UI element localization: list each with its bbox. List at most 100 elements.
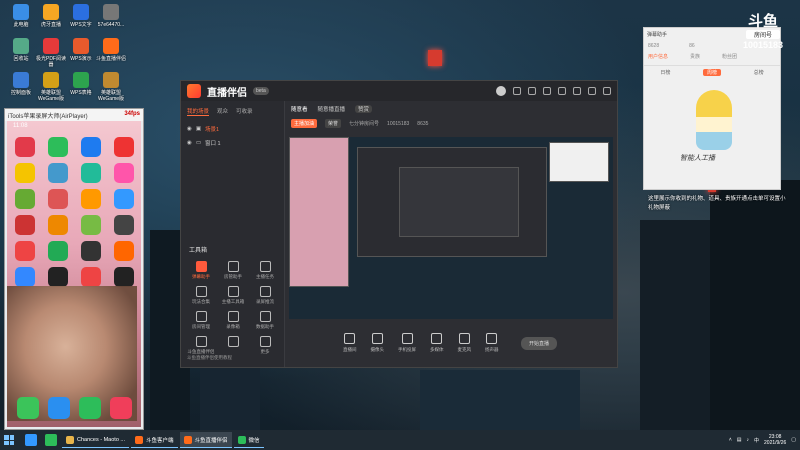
phone-dock-icon[interactable] — [17, 397, 39, 419]
stream-app-window[interactable]: 直播伴侣 beta 我的场景 观众 可收录 ◉ ▣ 场景1 ◉ ▭ 窗口 1 工具箱… — [180, 80, 618, 368]
tool-button[interactable]: 录屏推流 — [249, 286, 281, 305]
tool-button[interactable]: 玩法合集 — [185, 286, 217, 305]
rank-tab[interactable]: 日榜 — [660, 69, 670, 76]
phone-app-icon[interactable] — [81, 267, 101, 287]
phone-app-icon[interactable] — [81, 241, 101, 261]
desktop-icon[interactable]: 控制面板 — [4, 72, 38, 96]
phone-app-icon[interactable] — [15, 241, 35, 261]
phone-app-icon[interactable] — [114, 189, 134, 209]
sub-tab[interactable]: 随意看 — [291, 105, 308, 113]
tool-button[interactable]: 主播任务 — [249, 261, 281, 280]
source-tool-button[interactable]: 直播间 — [343, 333, 357, 353]
menu-icon[interactable] — [558, 87, 566, 95]
desktop-icon[interactable]: WPS文字 — [64, 4, 98, 28]
phone-app-icon[interactable] — [15, 163, 35, 183]
minimize-icon[interactable] — [573, 87, 581, 95]
desktop-icon[interactable]: 斗鱼直播伴侣 — [94, 38, 128, 62]
taskbar-task[interactable]: 微信 — [233, 432, 264, 448]
taskbar-task[interactable]: 斗鱼直播伴侣 — [179, 432, 232, 448]
ime-indicator[interactable]: 中 — [754, 437, 759, 444]
danmu-assistant-panel[interactable]: 弹幕助手 8628 86 用户信息 贵族 粉丝团 日榜 周榜 总榜 智能人工播 — [643, 27, 781, 190]
mail-icon[interactable] — [513, 87, 521, 95]
shop-icon[interactable] — [528, 87, 536, 95]
close-icon[interactable] — [603, 87, 611, 95]
phone-app-icon[interactable] — [48, 137, 68, 157]
phone-app-icon[interactable] — [114, 267, 134, 287]
desktop-icon[interactable]: 此电脑 — [4, 4, 38, 28]
tool-button[interactable]: 房管助手 — [217, 261, 249, 280]
panel-tab[interactable]: 用户信息 — [648, 53, 668, 60]
rank-tab[interactable]: 周榜 — [702, 69, 721, 76]
phone-app-icon[interactable] — [81, 137, 101, 157]
phone-app-icon[interactable] — [15, 215, 35, 235]
info-pill-2[interactable]: 荣誉 — [325, 119, 342, 128]
search-icon[interactable] — [25, 434, 37, 446]
info-pill[interactable]: 主播加油 — [291, 119, 318, 128]
phone-titlebar[interactable]: iTools苹果录屏大师(AirPlayer) 34fps — [5, 109, 143, 121]
desktop-icon[interactable]: WPS演示 — [64, 38, 98, 62]
tutorial-link[interactable]: 斗鱼直播伴侣使用教程 — [187, 355, 232, 361]
sub-tab[interactable]: 随意播直播 — [318, 105, 346, 113]
desktop-icon[interactable]: 57e64470... — [94, 4, 128, 28]
source-tool-button[interactable]: 多媒体 — [430, 333, 444, 353]
start-live-button[interactable]: 开始直播 — [520, 336, 557, 350]
phone-app-icon[interactable] — [15, 189, 35, 209]
phone-app-icon[interactable] — [15, 137, 35, 157]
phone-app-icon[interactable] — [48, 241, 68, 261]
tool-button[interactable]: 主播工具箱 — [217, 286, 249, 305]
rank-tab[interactable]: 总榜 — [754, 69, 764, 76]
desktop-icon[interactable]: 极光PDF阅读器 — [34, 38, 68, 68]
browser-icon[interactable] — [45, 434, 57, 446]
phone-app-icon[interactable] — [114, 241, 134, 261]
avatar[interactable] — [496, 86, 506, 96]
taskbar-task[interactable]: Chances - Maoto ... — [62, 432, 129, 448]
left-tab[interactable]: 可收录 — [236, 107, 253, 116]
desktop-icon[interactable]: 英雄联盟WeGame版 — [34, 72, 68, 102]
chevron-up-icon[interactable]: ˄ — [729, 437, 732, 443]
source-tool-button[interactable]: 摄像头 — [371, 333, 384, 353]
tool-button[interactable] — [217, 336, 249, 355]
stream-preview[interactable] — [289, 137, 613, 319]
phone-app-icon[interactable] — [48, 215, 68, 235]
scene-item[interactable]: ◉ ▣ 场景1 — [181, 122, 284, 136]
phone-mirror-window[interactable]: iTools苹果录屏大师(AirPlayer) 34fps 11:08 — [4, 108, 144, 430]
phone-dock-icon[interactable] — [48, 397, 70, 419]
phone-dock-icon[interactable] — [79, 397, 101, 419]
phone-app-icon[interactable] — [114, 163, 134, 183]
notification-icon[interactable]: ▢ — [791, 437, 796, 443]
network-icon[interactable]: ▤ — [737, 437, 742, 443]
source-tool-button[interactable]: 扬声器 — [485, 333, 499, 353]
phone-app-icon[interactable] — [81, 215, 101, 235]
tool-button[interactable]: 数据助手 — [249, 311, 281, 330]
phone-screen[interactable]: 11:08 — [7, 121, 141, 427]
eye-icon[interactable]: ◉ — [187, 126, 192, 132]
left-tab[interactable]: 观众 — [217, 107, 228, 116]
windows-start-icon[interactable] — [4, 435, 14, 445]
tool-button[interactable]: 房间管理 — [185, 311, 217, 330]
panel-tab[interactable]: 粉丝团 — [722, 53, 737, 60]
desktop-icon[interactable]: 虎牙直播 — [34, 4, 68, 28]
panel-tab[interactable]: 贵族 — [690, 53, 700, 60]
left-tab[interactable]: 我的场景 — [187, 107, 210, 116]
source-item[interactable]: ◉ ▭ 窗口 1 — [181, 136, 284, 150]
source-tool-button[interactable]: 手机投屏 — [398, 333, 416, 353]
desktop-icon[interactable]: 英雄联盟WeGame版 — [94, 72, 128, 102]
sub-tab[interactable]: 赞赏 — [355, 105, 373, 113]
phone-app-icon[interactable] — [48, 189, 68, 209]
system-clock[interactable]: 23:08 2021/9/26 — [764, 434, 786, 446]
app-titlebar[interactable]: 直播伴侣 beta — [181, 81, 617, 101]
phone-app-icon[interactable] — [81, 189, 101, 209]
desktop-icon[interactable]: WPS表格 — [64, 72, 98, 96]
phone-app-icon[interactable] — [81, 163, 101, 183]
desktop-icon[interactable]: 回收站 — [4, 38, 38, 62]
tool-button[interactable]: 录像箱 — [217, 311, 249, 330]
taskbar-task[interactable]: 斗鱼客户端 — [131, 432, 178, 448]
phone-dock-icon[interactable] — [110, 397, 132, 419]
settings-icon[interactable] — [543, 87, 551, 95]
phone-app-icon[interactable] — [114, 215, 134, 235]
phone-app-icon[interactable] — [48, 267, 68, 287]
tool-button[interactable]: 弹幕助手 — [185, 261, 217, 280]
tool-button[interactable]: 更多 — [249, 336, 281, 355]
source-tool-button[interactable]: 麦克风 — [458, 333, 471, 353]
tool-button[interactable]: 斗鱼直播伴侣 — [185, 336, 217, 355]
